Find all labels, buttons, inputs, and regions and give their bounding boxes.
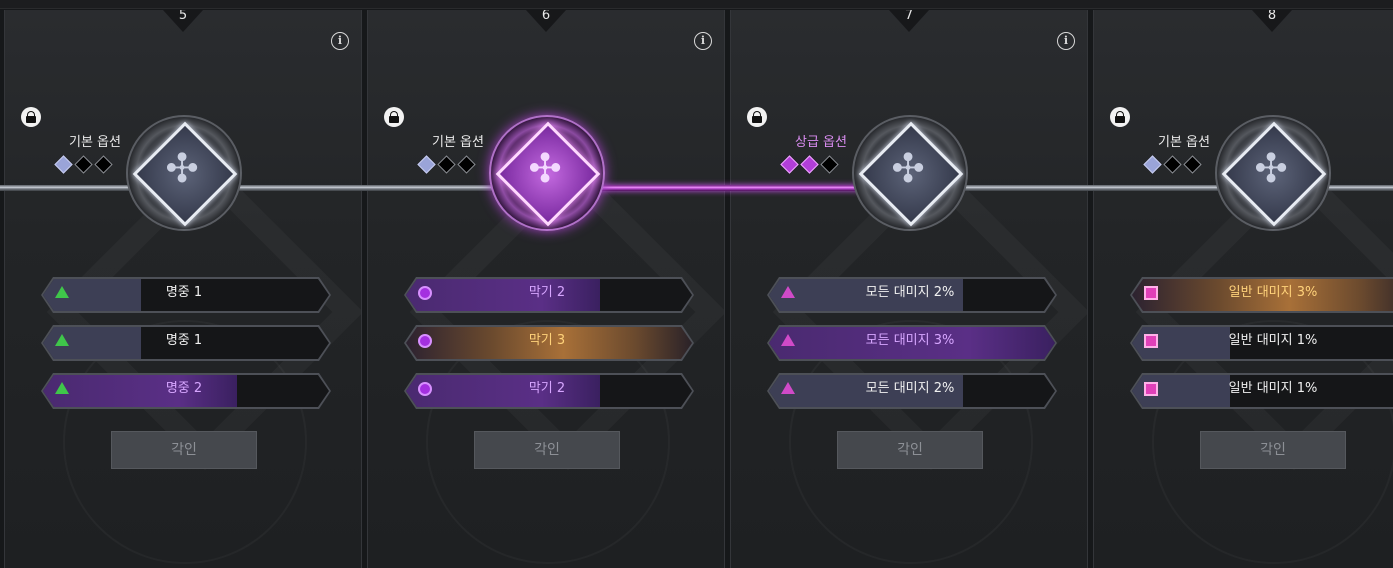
tier-gem-icon: [74, 155, 93, 174]
engraving-column-7: 7 i 상급 옵션모든 대미지 2% 모든 대미지 3% 모든 대미지 2% 각인: [730, 10, 1088, 568]
option-tier-title: 기본 옵션: [1158, 135, 1210, 150]
option-tier-title: 상급 옵션: [795, 135, 847, 150]
knot-emblem-icon[interactable]: ✣: [852, 115, 968, 231]
option-label: 명중 2: [165, 381, 203, 396]
celtic-knot-icon: ✣: [528, 146, 562, 192]
option-row[interactable]: 모든 대미지 3%: [767, 325, 1057, 361]
tier-gem-icon: [94, 155, 113, 174]
tier-gem-icon: [1143, 155, 1162, 174]
column-number: 8: [1267, 10, 1277, 23]
tier-gems: [780, 155, 843, 174]
tier-gems: [417, 155, 480, 174]
top-bar: [0, 0, 1393, 9]
option-row[interactable]: 막기 3: [404, 325, 694, 361]
option-row[interactable]: 막기 2: [404, 277, 694, 313]
tier-gem-icon: [417, 155, 436, 174]
info-icon[interactable]: i: [694, 32, 712, 50]
option-row[interactable]: 명중 1: [41, 277, 331, 313]
tier-gems: [54, 155, 117, 174]
tier-gem-icon: [780, 155, 799, 174]
option-label: 막기 2: [528, 285, 566, 300]
knot-emblem-icon[interactable]: ✣: [126, 115, 242, 231]
option-row[interactable]: 모든 대미지 2%: [767, 277, 1057, 313]
option-label: 막기 2: [528, 381, 566, 396]
tier-gem-icon: [1163, 155, 1182, 174]
celtic-knot-icon: ✣: [165, 146, 199, 192]
lock-icon[interactable]: [747, 107, 767, 127]
column-number: 7: [904, 10, 914, 23]
option-tier-title: 기본 옵션: [432, 135, 484, 150]
option-row[interactable]: 일반 대미지 1%: [1130, 373, 1393, 409]
info-icon[interactable]: i: [331, 32, 349, 50]
engrave-button[interactable]: 각인: [837, 431, 983, 469]
lock-icon[interactable]: [1110, 107, 1130, 127]
column-number: 5: [178, 10, 188, 23]
option-row[interactable]: 일반 대미지 1%: [1130, 325, 1393, 361]
knot-emblem-icon[interactable]: ✣: [1215, 115, 1331, 231]
column-number: 6: [541, 10, 551, 23]
option-label: 일반 대미지 1%: [1228, 333, 1318, 348]
info-icon[interactable]: i: [1057, 32, 1075, 50]
tier-gems: [1143, 155, 1206, 174]
option-label: 일반 대미지 3%: [1228, 285, 1318, 300]
option-row[interactable]: 명중 2: [41, 373, 331, 409]
tier-gem-icon: [437, 155, 456, 174]
engraving-column-6: 6 i 기본 옵션막기 2 막기 3 막기 2 각인: [367, 10, 725, 568]
tier-gem-icon: [1183, 155, 1202, 174]
option-label: 명중 1: [165, 285, 203, 300]
lock-icon[interactable]: [384, 107, 404, 127]
option-label: 일반 대미지 1%: [1228, 381, 1318, 396]
knot-emblem-icon[interactable]: ✣: [489, 115, 605, 231]
tier-gem-icon: [54, 155, 73, 174]
option-row[interactable]: 막기 2: [404, 373, 694, 409]
engraving-column-5: 5 i 기본 옵션명중 1 명중 1 명중 2 각인: [4, 10, 362, 568]
option-tier-title: 기본 옵션: [69, 135, 121, 150]
option-row[interactable]: 일반 대미지 3%: [1130, 277, 1393, 313]
option-label: 명중 1: [165, 333, 203, 348]
engraving-column-8: 8 기본 옵션일반 대미지 3% 일반 대미지 1% 일반 대미지 1% 각인: [1093, 10, 1393, 568]
option-label: 모든 대미지 2%: [865, 285, 955, 300]
engrave-button[interactable]: 각인: [474, 431, 620, 469]
option-label: 모든 대미지 3%: [865, 333, 955, 348]
option-row[interactable]: 명중 1: [41, 325, 331, 361]
option-label: 막기 3: [528, 333, 566, 348]
tier-gem-icon: [800, 155, 819, 174]
engrave-button[interactable]: 각인: [111, 431, 257, 469]
tier-gem-icon: [820, 155, 839, 174]
lock-icon[interactable]: [21, 107, 41, 127]
option-label: 모든 대미지 2%: [865, 381, 955, 396]
engrave-button[interactable]: 각인: [1200, 431, 1346, 469]
tier-gem-icon: [457, 155, 476, 174]
celtic-knot-icon: ✣: [891, 146, 925, 192]
celtic-knot-icon: ✣: [1254, 146, 1288, 192]
option-row[interactable]: 모든 대미지 2%: [767, 373, 1057, 409]
